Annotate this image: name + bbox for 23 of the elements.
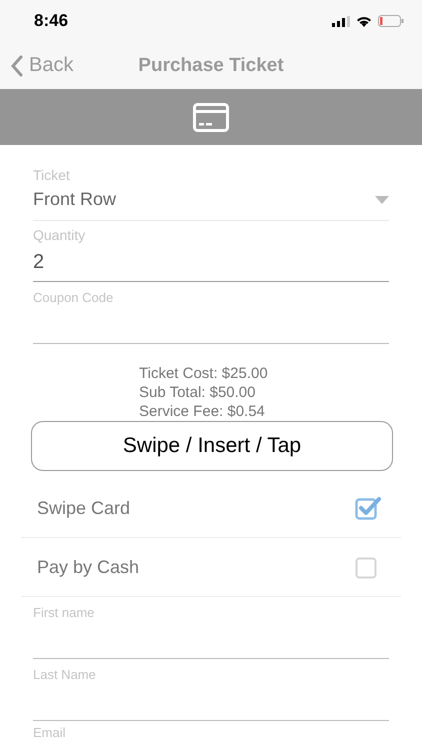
status-time: 8:46	[34, 11, 68, 31]
quantity-field[interactable]: 2	[33, 243, 389, 282]
input-field[interactable]: Last Name	[33, 665, 389, 721]
wifi-icon	[356, 15, 372, 27]
page-title: Purchase Ticket	[138, 54, 284, 76]
credit-card-icon	[193, 102, 229, 132]
summary-line: Ticket Cost: $25.00	[139, 364, 269, 383]
summary-line: Service Fee: $0.54	[139, 402, 266, 421]
chevron-left-icon	[10, 54, 23, 76]
field-label: Quantity	[33, 227, 86, 243]
battery-icon	[378, 15, 404, 27]
input-field[interactable]: First name	[33, 603, 389, 659]
signal-icon	[332, 16, 350, 26]
swipe-button[interactable]: Swipe / Insert / Tap	[31, 421, 393, 471]
ticket-select[interactable]: Front Row	[33, 183, 389, 221]
summary-line: Sub Total: $50.00	[139, 383, 256, 402]
coupon-field[interactable]: Coupon Code	[33, 288, 389, 344]
field-label: Ticket	[33, 167, 71, 183]
input-field[interactable]: Email	[33, 723, 389, 741]
dropdown-caret-icon	[375, 196, 389, 204]
checkbox[interactable]	[355, 496, 381, 520]
option-label: Swipe Card	[37, 498, 130, 518]
option-label: Pay by Cash	[37, 556, 140, 578]
